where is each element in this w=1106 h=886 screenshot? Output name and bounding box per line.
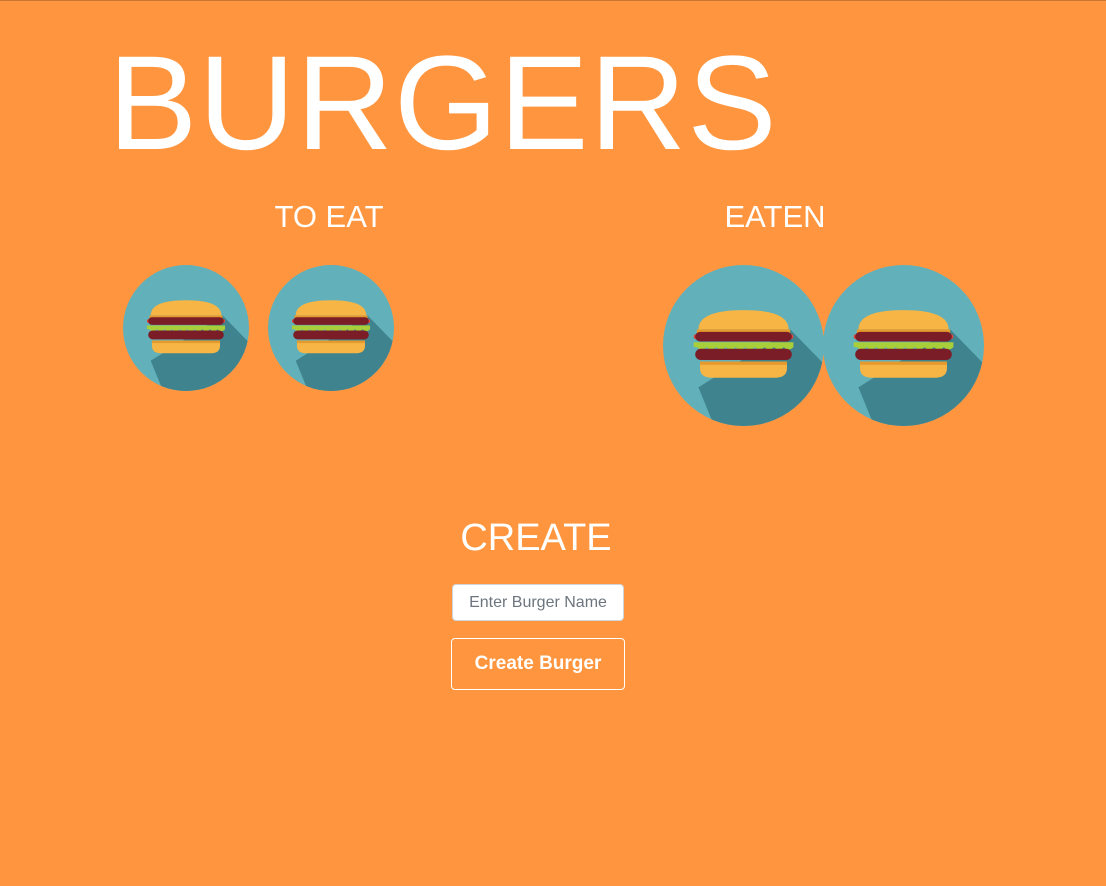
eaten-burger-1[interactable] (663, 265, 824, 426)
eaten-burger-2[interactable] (823, 265, 984, 426)
to-eat-burger-1[interactable] (123, 265, 249, 391)
create-heading: CREATE (460, 517, 612, 559)
eaten-heading: EATEN (724, 199, 826, 234)
to-eat-burger-2[interactable] (268, 265, 394, 391)
page-title: BURGERS (108, 29, 778, 178)
burger-icon (123, 265, 249, 391)
burger-app-page: BURGERS TO EAT EATEN CREATE Create Burge… (0, 0, 1106, 886)
burger-name-input[interactable] (452, 584, 624, 621)
burger-icon (663, 265, 824, 426)
burger-icon (823, 265, 984, 426)
create-burger-button[interactable]: Create Burger (451, 638, 625, 690)
burger-icon (268, 265, 394, 391)
to-eat-heading: TO EAT (274, 199, 384, 234)
